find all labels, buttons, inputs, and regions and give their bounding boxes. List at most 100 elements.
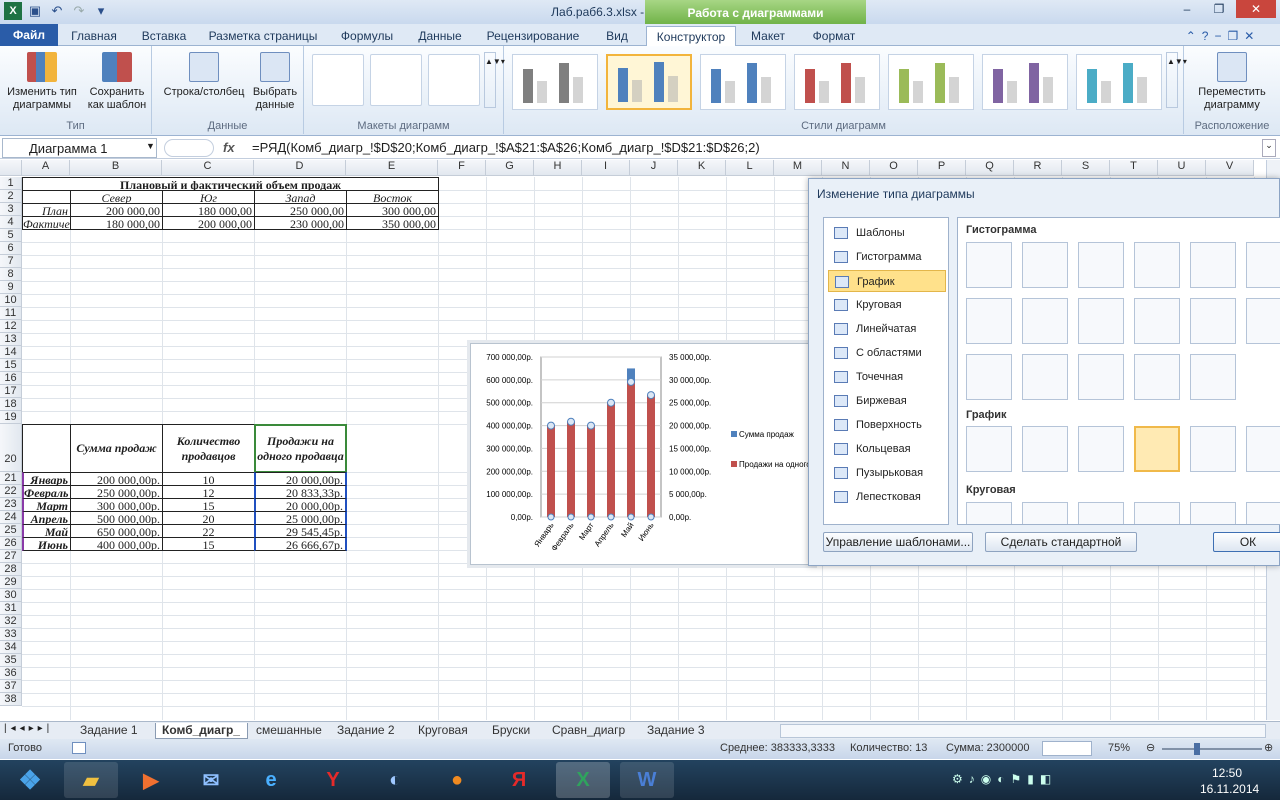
chart-type-item[interactable]: Точечная	[828, 366, 946, 388]
zoom-level[interactable]: 75%	[1108, 742, 1130, 754]
column-header[interactable]: I	[582, 160, 630, 176]
media-player-icon[interactable]: ▶	[124, 762, 178, 798]
select-all-corner[interactable]	[0, 160, 22, 176]
column-subtype-thumb[interactable]	[1190, 354, 1236, 400]
row-header[interactable]: 37	[0, 680, 22, 693]
chart-type-item[interactable]: Биржевая	[828, 390, 946, 412]
chart-type-item[interactable]: Кольцевая	[828, 438, 946, 460]
column-header[interactable]: N	[822, 160, 870, 176]
row-header[interactable]: 34	[0, 641, 22, 654]
sheet-tab[interactable]: Задание 2	[331, 723, 410, 739]
row-header[interactable]: 23	[0, 498, 22, 511]
table1-corner[interactable]	[22, 190, 71, 204]
macro-record-icon[interactable]	[72, 742, 86, 754]
column-subtype-thumb[interactable]	[1246, 298, 1280, 344]
column-subtype-thumb[interactable]	[1022, 242, 1068, 288]
table2-month[interactable]: Февраль	[22, 485, 71, 499]
row-header[interactable]: 33	[0, 628, 22, 641]
table2-per-seller[interactable]: 20 000,00р.	[254, 498, 347, 512]
table2-sum[interactable]: 650 000,00р.	[70, 524, 163, 538]
row-header[interactable]: 19	[0, 411, 22, 424]
row-header[interactable]: 26	[0, 537, 22, 550]
chart-type-item[interactable]: Гистограмма	[828, 246, 946, 268]
expand-formula-icon[interactable]: ⌄	[1262, 139, 1276, 157]
column-header[interactable]: J	[630, 160, 678, 176]
line-subtype-thumb[interactable]	[1246, 426, 1280, 472]
close-button[interactable]: ✕	[1236, 0, 1276, 18]
column-subtype-thumb[interactable]	[1190, 298, 1236, 344]
column-subtype-thumb[interactable]	[966, 242, 1012, 288]
table2-sum[interactable]: 200 000,00р.	[70, 472, 163, 486]
table2-count[interactable]: 15	[162, 498, 255, 512]
chart-type-item[interactable]: Пузырьковая	[828, 462, 946, 484]
start-button-icon[interactable]: ❖	[2, 762, 58, 798]
layout-2-thumb[interactable]	[370, 54, 422, 106]
table1-header[interactable]: Восток	[346, 190, 439, 204]
table2-count[interactable]: 10	[162, 472, 255, 486]
table2-count[interactable]: 15	[162, 537, 255, 551]
column-header[interactable]: P	[918, 160, 966, 176]
chart-style-4[interactable]	[794, 54, 880, 110]
row-header[interactable]: 28	[0, 563, 22, 576]
table1-cell[interactable]: 250 000,00	[254, 203, 347, 217]
table1-cell[interactable]: 180 000,00	[70, 216, 163, 230]
layout-1-thumb[interactable]	[312, 54, 364, 106]
column-subtype-thumb[interactable]	[1134, 242, 1180, 288]
chart-style-5[interactable]	[888, 54, 974, 110]
chart-style-3[interactable]	[700, 54, 786, 110]
tab-format[interactable]: Формат	[804, 26, 864, 46]
row-header[interactable]: 11	[0, 307, 22, 320]
excel-taskbar-icon[interactable]: X	[556, 762, 610, 798]
pie-subtype-thumb[interactable]	[1134, 502, 1180, 524]
tray-icons[interactable]: ⚙♪◉◐⚑▮◧	[952, 772, 1057, 786]
row-header[interactable]: 20	[0, 424, 22, 472]
table2-per-seller[interactable]: 20 833,33р.	[254, 485, 347, 499]
column-subtype-thumb[interactable]	[1078, 242, 1124, 288]
formula-input[interactable]: =РЯД(Комб_диагр_!$D$20;Комб_диагр_!$A$21…	[252, 140, 760, 155]
chart-type-item[interactable]: Круговая	[828, 294, 946, 316]
zoom-in-icon[interactable]: ⊕	[1264, 741, 1273, 754]
manage-templates-button[interactable]: Управление шаблонами...	[823, 532, 973, 552]
explorer-icon[interactable]: ▰	[64, 762, 118, 798]
row-header[interactable]: 27	[0, 550, 22, 563]
tab-data[interactable]: Данные	[410, 26, 470, 46]
change-chart-type-button[interactable]: Изменить тип диаграммы	[2, 52, 82, 112]
save-template-button[interactable]: Сохранить как шаблон	[82, 52, 152, 112]
row-header[interactable]: 24	[0, 511, 22, 524]
column-header[interactable]: G	[486, 160, 534, 176]
audio-icon[interactable]: ◐	[368, 762, 422, 798]
row-header[interactable]: 22	[0, 485, 22, 498]
row-header[interactable]: 4	[0, 216, 22, 229]
sheet-tab[interactable]: смешанные	[250, 723, 329, 739]
pie-subtype-thumb[interactable]	[1190, 502, 1236, 524]
firefox-icon[interactable]: ●	[430, 762, 484, 798]
set-default-button[interactable]: Сделать стандартной	[985, 532, 1137, 552]
chart-type-item[interactable]: Шаблоны	[828, 222, 946, 244]
chart-type-item[interactable]: Поверхность	[828, 414, 946, 436]
table2-count[interactable]: 20	[162, 511, 255, 525]
row-header[interactable]: 8	[0, 268, 22, 281]
move-chart-button[interactable]: Переместить диаграмму	[1188, 52, 1276, 112]
layout-3-thumb[interactable]	[428, 54, 480, 106]
sheet-tab[interactable]: Бруски	[486, 723, 544, 739]
row-header[interactable]: 6	[0, 242, 22, 255]
row-header[interactable]: 14	[0, 346, 22, 359]
row-header[interactable]: 18	[0, 398, 22, 411]
column-header[interactable]: T	[1110, 160, 1158, 176]
tab-home[interactable]: Главная	[62, 26, 126, 46]
minimize-button[interactable]: –	[1172, 0, 1202, 18]
column-header[interactable]: A	[22, 160, 70, 176]
layouts-scroll-icon[interactable]: ▲▼▾	[484, 52, 505, 108]
name-box-dropdown-icon[interactable]: ▼	[146, 141, 155, 151]
row-header[interactable]: 10	[0, 294, 22, 307]
line-subtype-thumb[interactable]	[1190, 426, 1236, 472]
table2-sum[interactable]: 250 000,00р.	[70, 485, 163, 499]
sheet-tab[interactable]: Комб_диагр_	[155, 723, 248, 739]
tab-review[interactable]: Рецензирование	[480, 26, 586, 46]
column-subtype-thumb[interactable]	[1134, 354, 1180, 400]
select-data-button[interactable]: Выбрать данные	[248, 52, 302, 112]
line-subtype-thumb[interactable]	[1134, 426, 1180, 472]
row-header[interactable]: 13	[0, 333, 22, 346]
table2-sum[interactable]: 300 000,00р.	[70, 498, 163, 512]
table2-month[interactable]: Апрель	[22, 511, 71, 525]
